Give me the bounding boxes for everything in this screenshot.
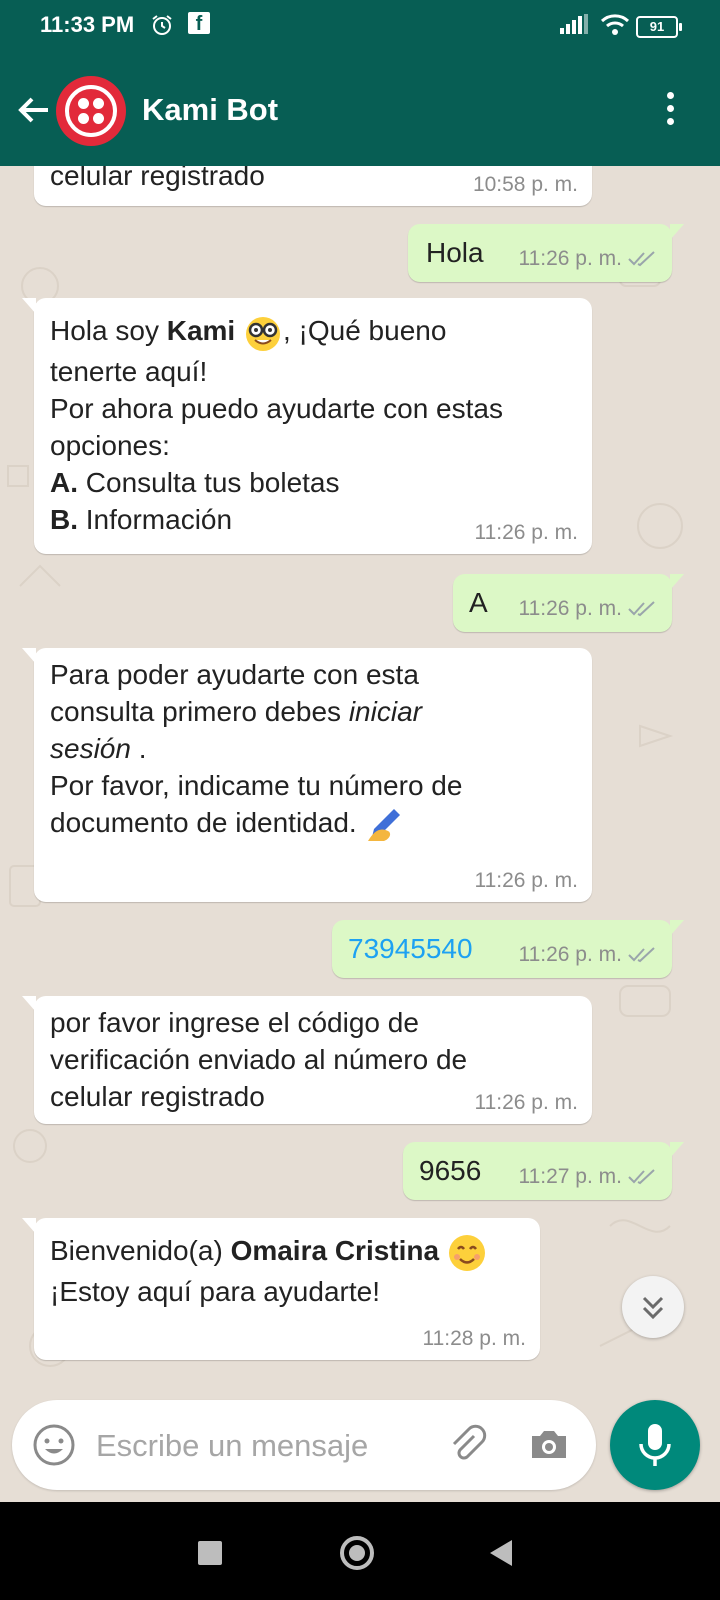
nerd-face-icon [245, 316, 280, 351]
nav-recent-icon[interactable] [198, 1541, 222, 1565]
double-check-icon [628, 1169, 655, 1185]
message-body: Hola soy Kami , ¡Qué bueno tenerte aquí!… [50, 312, 503, 538]
chat-area[interactable]: celular registrado 10:58 p. m. Hola 11:2… [0, 166, 720, 1398]
chevron-double-down-icon [642, 1296, 664, 1320]
message-body: Para poder ayudarte con esta consulta pr… [50, 656, 462, 845]
message-incoming[interactable]: por favor ingrese el código de verificac… [22, 996, 592, 1124]
message-time: 10:58 p. m. [472, 173, 578, 196]
message-time: 11:26 p. m. [474, 869, 578, 892]
chat-title[interactable]: Kami Bot [142, 92, 278, 128]
message-text-link[interactable]: 73945540 [348, 930, 473, 967]
mic-button[interactable] [610, 1400, 700, 1490]
smiling-face-icon [448, 1234, 485, 1271]
nav-back-icon[interactable] [490, 1540, 512, 1566]
facebook-icon: f [188, 12, 210, 35]
attach-icon[interactable] [444, 1422, 490, 1468]
more-vert-icon[interactable] [660, 92, 680, 132]
message-time: 11:26 p. m. [518, 247, 622, 270]
message-incoming[interactable]: Hola soy Kami , ¡Qué bueno tenerte aquí!… [22, 298, 592, 554]
message-time: 11:26 p. m. [518, 597, 622, 620]
wifi-icon [600, 12, 630, 41]
message-time: 11:27 p. m. [518, 1165, 622, 1188]
message-text: 9656 [419, 1155, 482, 1186]
avatar[interactable] [56, 76, 126, 146]
chat-header: Kami Bot [0, 54, 720, 166]
message-text: A [469, 587, 488, 618]
back-arrow-icon[interactable] [14, 90, 54, 130]
message-time: 11:26 p. m. [474, 1091, 578, 1114]
message-outgoing[interactable]: 9656 11:27 p. m. [403, 1142, 684, 1200]
scroll-to-bottom-button[interactable] [622, 1276, 684, 1338]
message-outgoing[interactable]: A 11:26 p. m. [453, 574, 684, 632]
message-incoming[interactable]: celular registrado 10:58 p. m. [34, 166, 592, 206]
message-incoming[interactable]: Para poder ayudarte con esta consulta pr… [22, 648, 592, 902]
message-text: celular registrado [50, 166, 265, 191]
message-time: 11:28 p. m. [422, 1327, 526, 1350]
message-body: por favor ingrese el código de verificac… [50, 1007, 468, 1112]
double-check-icon [628, 947, 655, 963]
writing-hand-icon [368, 808, 401, 841]
message-input[interactable] [94, 1424, 418, 1468]
alarm-icon [150, 13, 174, 43]
system-nav-bar [0, 1502, 720, 1600]
double-check-icon [628, 251, 655, 267]
status-bar: 11:33 PM f 91 [0, 0, 720, 54]
double-check-icon [628, 601, 655, 617]
camera-icon[interactable] [526, 1422, 572, 1468]
message-text: Hola [426, 237, 484, 268]
message-time: 11:26 p. m. [474, 521, 578, 544]
message-body: Bienvenido(a) Omaira Cristina ¡Estoy aqu… [50, 1232, 487, 1310]
message-time: 11:26 p. m. [518, 943, 622, 966]
message-incoming[interactable]: Bienvenido(a) Omaira Cristina ¡Estoy aqu… [22, 1218, 540, 1360]
message-outgoing[interactable]: Hola 11:26 p. m. [408, 224, 684, 282]
signal-icon [560, 14, 588, 39]
mic-icon [639, 1424, 671, 1466]
message-composer [12, 1400, 596, 1490]
emoji-icon[interactable] [32, 1423, 76, 1467]
nav-home-icon[interactable] [340, 1536, 374, 1570]
status-time: 11:33 PM [40, 12, 135, 37]
battery-icon: 91 [636, 16, 682, 38]
message-outgoing[interactable]: 73945540 11:26 p. m. [332, 920, 684, 978]
